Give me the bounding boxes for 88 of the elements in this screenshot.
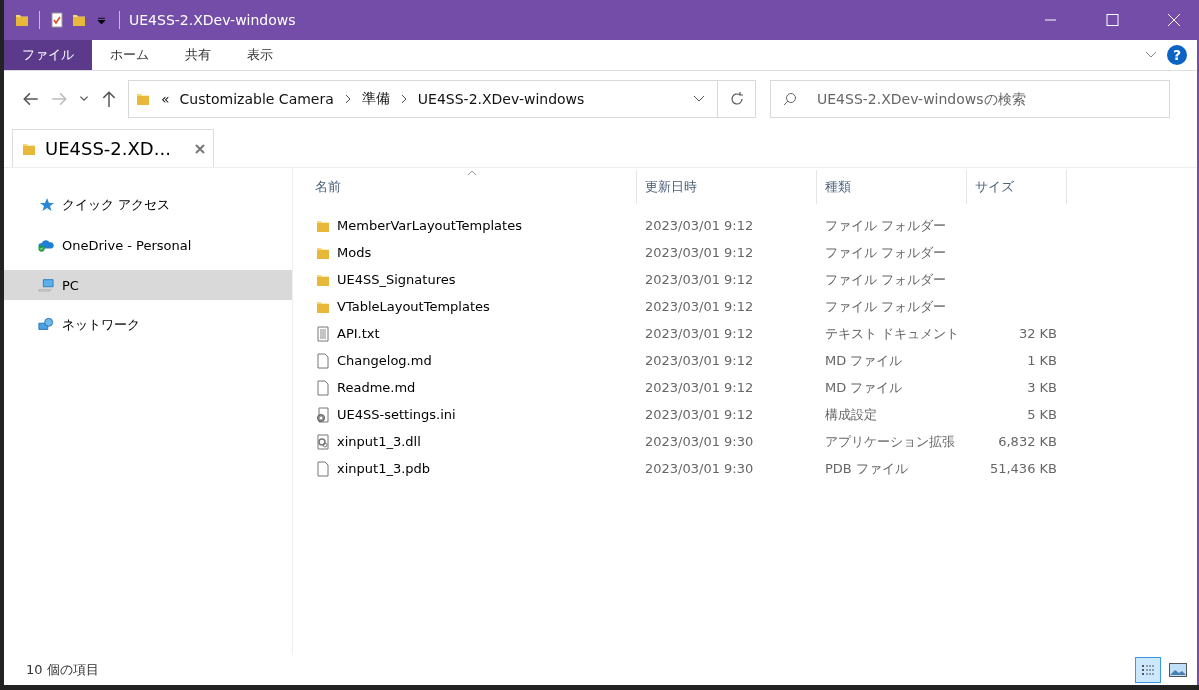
search-icon (782, 91, 798, 107)
table-cell-text: 2023/03/01 9:30 (644, 434, 755, 449)
table-cell-text: 2023/03/01 9:12 (644, 326, 755, 341)
column-header[interactable]: サイズ (967, 170, 1067, 204)
window-title: UE4SS-2.XDev-windows (129, 12, 296, 28)
breadcrumb[interactable]: UE4SS-2.XDev-windows (417, 91, 585, 107)
table-cell-text: 2023/03/01 9:12 (644, 245, 755, 260)
breadcrumb[interactable]: 準備 (361, 90, 390, 108)
table-cell-text: 2023/03/01 9:12 (644, 272, 755, 287)
chevron-right-icon[interactable] (343, 94, 352, 104)
refresh-button[interactable] (718, 80, 756, 118)
table-cell-text: MD ファイル (824, 378, 904, 397)
sidebar-item[interactable]: PC (4, 270, 292, 300)
table-cell-text: 6,832 KB (997, 434, 1058, 449)
file-name[interactable]: MemberVarLayoutTemplates (337, 218, 522, 233)
column-header[interactable]: 更新日時 (637, 170, 817, 204)
table-cell-text: ファイル フォルダー (824, 243, 948, 262)
column-header[interactable]: 種類 (817, 170, 967, 204)
search-field[interactable]: UE4SS-2.XDev-windowsの検索 (770, 80, 1170, 118)
table-cell-text: MD ファイル (824, 351, 904, 370)
overflow-chevron[interactable]: « (161, 91, 170, 107)
close-icon[interactable] (195, 143, 205, 154)
file-name[interactable]: UE4SS-settings.ini (337, 407, 456, 422)
settings-file-icon (315, 406, 331, 423)
details-list-icon (1140, 662, 1156, 678)
table-cell-text: 5 KB (1026, 407, 1058, 422)
table-cell-text: ファイル フォルダー (824, 297, 948, 316)
network-icon (38, 317, 54, 333)
sidebar-item[interactable]: ネットワーク (4, 310, 292, 340)
chevron-down-icon[interactable] (78, 94, 90, 104)
table-cell-text: 32 KB (1017, 326, 1058, 341)
breadcrumb[interactable]: Customizable Camera (179, 91, 334, 107)
ribbon-tab[interactable]: ホーム (92, 40, 167, 70)
chevron-right-icon[interactable] (399, 94, 408, 104)
table-cell-text: 構成設定 (824, 405, 878, 424)
column-header[interactable]: 名前 (307, 170, 637, 204)
computer-icon (38, 277, 54, 293)
cloud-icon (38, 237, 54, 253)
file-name[interactable]: xinput1_3.pdb (337, 461, 431, 476)
ribbon-tab[interactable]: 表示 (229, 40, 291, 70)
text-file-icon (315, 325, 331, 342)
new-folder-icon (71, 12, 87, 28)
table-cell-text: 3 KB (1026, 380, 1058, 395)
file-name[interactable]: VTableLayoutTemplates (337, 299, 490, 314)
table-cell-text: 2023/03/01 9:12 (644, 380, 755, 395)
sort-caret-icon (467, 170, 477, 176)
help-button[interactable]: ? (1167, 45, 1187, 65)
ribbon-tab[interactable]: 共有 (167, 40, 229, 70)
file-name[interactable]: Changelog.md (337, 353, 432, 368)
table-cell-text: 2023/03/01 9:12 (644, 353, 755, 368)
file-name[interactable]: Mods (337, 245, 372, 260)
chevron-down-icon[interactable] (1145, 51, 1157, 59)
table-cell-text: 2023/03/01 9:12 (644, 299, 755, 314)
dropdown-icon[interactable] (97, 15, 106, 25)
up-arrow-icon[interactable] (100, 90, 118, 108)
properties-icon[interactable] (49, 12, 65, 28)
file-icon (315, 460, 331, 477)
table-cell-text: ファイル フォルダー (824, 270, 948, 289)
landscape-picture-icon (1169, 663, 1187, 677)
address-bar[interactable]: « Customizable Camera 準備 UE4SS-2.XDev-windows (128, 80, 718, 118)
file-name[interactable]: API.txt (337, 326, 380, 341)
table-cell-text: テキスト ドキュメント (824, 324, 961, 343)
table-cell-text: アプリケーション拡張 (824, 432, 956, 451)
star-icon (38, 197, 54, 213)
folder-icon (135, 91, 151, 107)
gear-file-icon (315, 433, 331, 450)
file-icon (315, 379, 331, 396)
item-count: 10 個の項目 (26, 661, 99, 679)
sidebar-item[interactable]: クイック アクセス (4, 190, 292, 220)
file-name[interactable]: xinput1_3.dll (337, 434, 421, 449)
file-name[interactable]: UE4SS_Signatures (337, 272, 456, 287)
tab-label: UE4SS-2.XD... (45, 138, 171, 159)
table-cell-text: 2023/03/01 9:30 (644, 461, 755, 476)
ribbon-tab[interactable]: ファイル (4, 40, 92, 70)
folder-icon (14, 12, 30, 28)
table-cell-text: 1 KB (1026, 353, 1058, 368)
file-icon (315, 352, 331, 369)
table-cell-text: 2023/03/01 9:12 (644, 407, 755, 422)
chevron-down-icon[interactable] (693, 94, 705, 104)
refresh-icon (728, 91, 745, 107)
table-cell-text: PDB ファイル (824, 459, 909, 478)
table-cell-text: 51,436 KB (988, 461, 1058, 476)
back-arrow-icon[interactable] (22, 90, 40, 108)
table-cell-text: 2023/03/01 9:12 (644, 218, 755, 233)
folder-tab[interactable]: UE4SS-2.XD... (12, 129, 214, 167)
sidebar-item[interactable]: OneDrive - Personal (4, 230, 292, 260)
file-name[interactable]: Readme.md (337, 380, 416, 395)
table-cell-text: ファイル フォルダー (824, 216, 948, 235)
